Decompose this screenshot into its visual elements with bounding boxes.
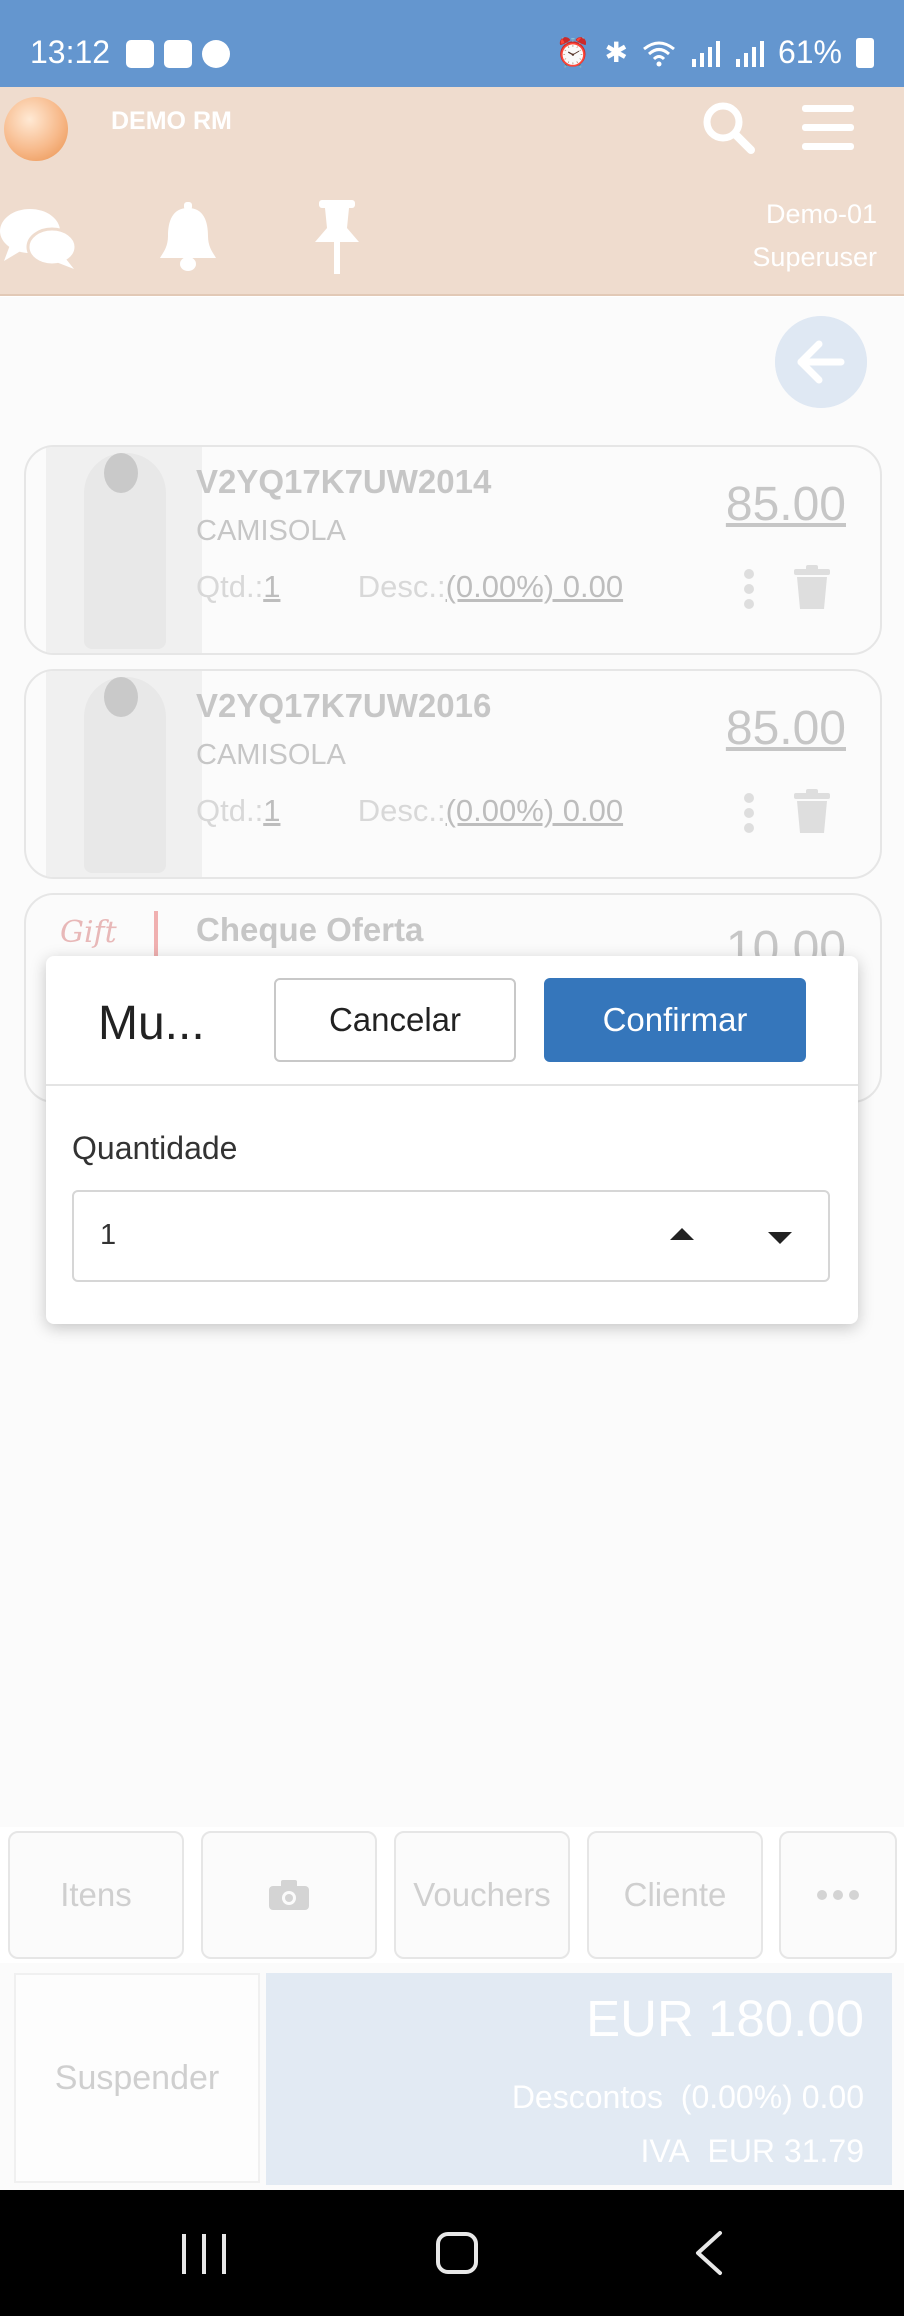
more-vertical-icon[interactable]	[744, 793, 754, 833]
user-info: Demo-01 Superuser	[752, 193, 877, 279]
items-button-label: Itens	[60, 1876, 132, 1913]
disc-value[interactable]: (0.00%) 0.00	[446, 793, 624, 828]
battery-percent: 61%	[777, 34, 842, 70]
item-qty-discount: Qtd.:1 Desc.:(0.00%) 0.00	[196, 569, 623, 605]
item-sku: V2YQ17K7UW2014	[196, 463, 492, 500]
qty-value[interactable]: 1	[263, 569, 280, 604]
bluetooth-icon: ✱	[604, 37, 628, 68]
item-sku: V2YQ17K7UW2016	[196, 687, 492, 724]
items-button[interactable]: Itens	[8, 1831, 184, 1959]
notification-icons	[126, 40, 230, 68]
discounts-value: (0.00%) 0.00	[680, 2079, 864, 2115]
item-description: CAMISOLA	[196, 739, 346, 771]
more-button[interactable]	[779, 1831, 897, 1959]
alarm-icon: ⏰	[555, 37, 591, 68]
gift-label: Gift	[60, 915, 117, 950]
more-vertical-icon[interactable]	[744, 569, 754, 609]
item-price[interactable]: 85.00	[726, 477, 846, 532]
vouchers-button-label: Vouchers	[413, 1876, 551, 1913]
chrome-icon	[202, 40, 230, 68]
product-image	[46, 447, 202, 653]
camera-button[interactable]	[201, 1831, 377, 1959]
app-header: DEMO RM Demo-01 Superuser	[0, 87, 904, 296]
suspend-button[interactable]: Suspender	[14, 1973, 260, 2183]
action-bar: Itens Vouchers Cliente	[0, 1827, 904, 1963]
discounts-label: Descontos	[511, 2079, 663, 2115]
disc-value[interactable]: (0.00%) 0.00	[446, 569, 624, 604]
pin-icon[interactable]	[311, 200, 363, 274]
camera-icon	[269, 1880, 309, 1910]
back-nav-icon[interactable]	[694, 2230, 724, 2276]
qty-label: Qtd.:	[196, 793, 264, 828]
home-icon[interactable]	[436, 2232, 478, 2274]
client-button-label: Cliente	[623, 1876, 727, 1913]
recent-apps-icon[interactable]	[182, 2234, 226, 2274]
back-button[interactable]	[775, 316, 867, 408]
wifi-icon	[643, 41, 675, 66]
trash-icon[interactable]	[794, 789, 830, 833]
quantity-dialog: Mu... Cancelar Confirmar Quantidade 1	[46, 956, 858, 1324]
system-nav-bar	[0, 2190, 904, 2316]
disc-label: Desc.:	[357, 569, 446, 604]
quantity-stepper[interactable]: 1	[72, 1190, 830, 1282]
item-sku: Cheque Oferta	[196, 911, 424, 948]
app-logo	[4, 97, 68, 161]
signal-icon	[691, 40, 720, 67]
terminal-name: Demo-01	[765, 199, 877, 229]
checkout-footer: Suspender EUR 180.00 Descontos (0.00%) 0…	[0, 1963, 904, 2190]
item-qty-discount: Qtd.:1 Desc.:(0.00%) 0.00	[196, 793, 623, 829]
hamburger-menu-icon[interactable]	[802, 105, 854, 151]
chat-icon[interactable]	[0, 205, 78, 271]
bell-icon[interactable]	[158, 202, 218, 272]
disc-label: Desc.:	[357, 793, 446, 828]
cancel-button[interactable]: Cancelar	[274, 978, 516, 1062]
item-description: CAMISOLA	[196, 515, 346, 547]
battery-icon	[856, 37, 874, 68]
iva-label: IVA	[640, 2133, 690, 2169]
confirm-button[interactable]: Confirmar	[544, 978, 806, 1062]
decrement-arrow-icon[interactable]	[768, 1232, 792, 1244]
more-horizontal-icon	[817, 1890, 859, 1900]
discounts-line: Descontos (0.00%) 0.00	[512, 2079, 864, 2116]
gallery-icon	[126, 40, 154, 68]
client-button[interactable]: Cliente	[587, 1831, 763, 1959]
status-time: 13:12	[30, 34, 111, 70]
product-image	[46, 671, 202, 877]
dialog-title: Mu...	[98, 997, 205, 1050]
qty-value[interactable]: 1	[263, 793, 280, 828]
system-icons: ⏰ ✱ 61%	[556, 34, 874, 71]
vouchers-button[interactable]: Vouchers	[394, 1831, 570, 1959]
search-icon[interactable]	[700, 99, 756, 155]
total-amount: EUR 180.00	[586, 1990, 864, 2047]
user-role: Superuser	[752, 242, 877, 272]
signal-icon	[735, 40, 764, 67]
iva-value: EUR 31.79	[707, 2133, 864, 2169]
status-bar: 13:12 ⏰ ✱ 61%	[0, 0, 904, 87]
youtube-icon	[164, 40, 192, 68]
trash-icon[interactable]	[794, 565, 830, 609]
cart-item[interactable]: V2YQ17K7UW2014 CAMISOLA Qtd.:1 Desc.:(0.…	[24, 445, 882, 655]
cart-item[interactable]: V2YQ17K7UW2016 CAMISOLA Qtd.:1 Desc.:(0.…	[24, 669, 882, 879]
quantity-value[interactable]: 1	[100, 1219, 116, 1252]
increment-arrow-icon[interactable]	[670, 1228, 694, 1240]
app-name: DEMO RM	[111, 107, 232, 135]
qty-label: Qtd.:	[196, 569, 264, 604]
totals-panel[interactable]: EUR 180.00 Descontos (0.00%) 0.00 IVA EU…	[266, 1973, 892, 2185]
iva-line: IVA EUR 31.79	[640, 2133, 864, 2170]
item-price[interactable]: 85.00	[726, 701, 846, 756]
suspend-label: Suspender	[54, 2058, 220, 2097]
quantity-label: Quantidade	[72, 1130, 238, 1166]
dialog-divider	[46, 1084, 858, 1086]
